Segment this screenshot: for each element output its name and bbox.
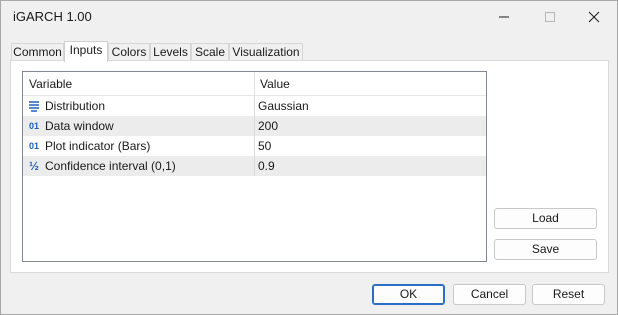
window-title: iGARCH 1.00 xyxy=(13,9,92,24)
tab-scale[interactable]: Scale xyxy=(191,43,229,61)
variable-name: Confidence interval (0,1) xyxy=(45,159,176,173)
variable-name: Plot indicator (Bars) xyxy=(45,139,151,153)
ok-button[interactable]: OK xyxy=(372,284,445,305)
column-header-value[interactable]: Value xyxy=(254,72,290,96)
title-bar: iGARCH 1.00 xyxy=(1,1,617,33)
tab-visualization[interactable]: Visualization xyxy=(229,43,303,61)
variable-name: Distribution xyxy=(45,99,106,113)
close-button[interactable] xyxy=(571,1,617,33)
save-button[interactable]: Save xyxy=(494,239,597,260)
maximize-icon xyxy=(545,12,555,22)
cancel-button[interactable]: Cancel xyxy=(453,284,526,305)
load-button[interactable]: Load xyxy=(494,208,597,229)
variable-value[interactable]: 50 xyxy=(255,136,486,156)
table-row[interactable]: 01 Plot indicator (Bars) 50 xyxy=(23,136,486,156)
reset-button[interactable]: Reset xyxy=(532,284,605,305)
table-row[interactable]: 01 Data window 200 xyxy=(23,116,486,136)
tab-common[interactable]: Common xyxy=(11,43,64,61)
minimize-icon xyxy=(499,16,509,18)
tab-levels[interactable]: Levels xyxy=(150,43,191,61)
dialog-window: iGARCH 1.00 Common Inputs Colors Levels … xyxy=(0,0,618,315)
tab-colors[interactable]: Colors xyxy=(108,43,150,61)
column-header-variable[interactable]: Variable xyxy=(23,72,72,96)
inputs-grid: Variable Value Distribution Gaussian 01 … xyxy=(22,71,487,262)
maximize-button xyxy=(527,1,573,33)
table-row[interactable]: ½ Confidence interval (0,1) 0.9 xyxy=(23,156,486,176)
variable-value[interactable]: Gaussian xyxy=(255,96,486,116)
minimize-button[interactable] xyxy=(481,1,527,33)
tab-inputs[interactable]: Inputs xyxy=(64,41,108,62)
table-row[interactable]: Distribution Gaussian xyxy=(23,96,486,116)
variable-name: Data window xyxy=(45,119,114,133)
close-icon xyxy=(588,11,600,23)
variable-value[interactable]: 0.9 xyxy=(255,156,486,176)
variable-value[interactable]: 200 xyxy=(255,116,486,136)
grid-header: Variable Value xyxy=(23,72,486,96)
